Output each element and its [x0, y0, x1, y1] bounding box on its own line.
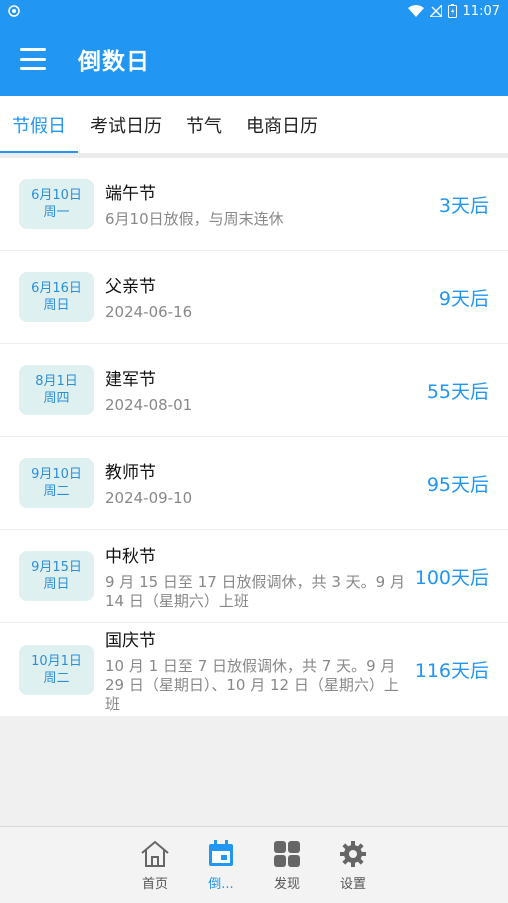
date-badge: 6月16日 周日	[19, 272, 94, 322]
holiday-desc: 9 月 15 日至 17 日放假调休，共 3 天。9 月 14 日（星期六）上班	[105, 572, 405, 610]
holiday-desc: 2024-09-10	[105, 489, 193, 507]
badge-weekday: 周日	[43, 577, 70, 592]
no-signal-icon	[429, 5, 442, 17]
holiday-name: 建军节	[105, 370, 156, 390]
tab-bar: 节假日 考试日历 节气 电商日历	[0, 96, 508, 158]
wifi-icon	[407, 5, 424, 17]
nav-discover[interactable]: 发现	[254, 827, 320, 903]
tab-ecommerce[interactable]: 电商日历	[234, 96, 330, 153]
nav-home[interactable]: 首页	[122, 827, 188, 903]
nav-countdown-label: 倒...	[208, 877, 234, 892]
calendar-icon	[209, 840, 233, 866]
home-icon	[141, 840, 169, 867]
days-remaining: 9天后	[438, 287, 489, 310]
list-item[interactable]: 6月10日 周一 端午节 6月10日放假，与周末连休 3天后	[0, 158, 508, 251]
shield-icon	[8, 5, 20, 17]
badge-date: 10月1日	[31, 653, 82, 669]
badge-weekday: 周二	[43, 484, 70, 499]
date-badge: 9月15日 周日	[19, 551, 94, 601]
nav-countdown[interactable]: 倒...	[188, 827, 254, 903]
date-badge: 10月1日 周二	[19, 644, 94, 695]
list-item[interactable]: 8月1日 周四 建军节 2024-08-01 55天后	[0, 344, 508, 437]
badge-date: 8月1日	[35, 374, 78, 389]
holiday-name: 端午节	[105, 184, 156, 204]
holiday-name: 中秋节	[105, 546, 156, 567]
holiday-desc: 2024-08-01	[105, 396, 193, 414]
holiday-name: 国庆节	[105, 630, 156, 651]
nav-settings-label: 设置	[339, 877, 366, 892]
holiday-name: 教师节	[105, 463, 156, 483]
tab-solar-terms[interactable]: 节气	[174, 96, 234, 153]
badge-weekday: 周日	[43, 298, 70, 313]
status-time: 11:07	[462, 3, 500, 19]
grid-icon	[274, 841, 300, 867]
days-remaining: 116天后	[414, 660, 489, 682]
battery-icon	[447, 4, 457, 18]
badge-date: 9月10日	[31, 467, 82, 482]
badge-date: 9月15日	[31, 560, 82, 575]
badge-weekday: 周二	[43, 670, 70, 686]
badge-date: 6月10日	[31, 188, 82, 203]
tab-exams[interactable]: 考试日历	[78, 96, 174, 153]
list-item[interactable]: 6月16日 周日 父亲节 2024-06-16 9天后	[0, 251, 508, 344]
bottom-nav: 首页 倒... 发现 设置	[0, 826, 508, 903]
tab-holidays[interactable]: 节假日	[0, 96, 78, 153]
date-badge: 8月1日 周四	[19, 365, 94, 415]
nav-home-label: 首页	[141, 877, 168, 892]
badge-date: 6月16日	[31, 281, 82, 296]
date-badge: 9月10日 周二	[19, 458, 94, 508]
days-remaining: 95天后	[426, 473, 489, 496]
days-remaining: 55天后	[426, 380, 489, 403]
gear-icon	[340, 841, 366, 867]
holiday-list: 6月10日 周一 端午节 6月10日放假，与周末连休 3天后 6月16日 周日 …	[0, 158, 508, 716]
page-title: 倒数日	[78, 49, 150, 75]
list-item[interactable]: 10月1日 周二 国庆节 10 月 1 日至 7 日放假调休，共 7 天。9 月…	[0, 623, 508, 716]
app-bar: 倒数日	[0, 22, 508, 96]
nav-discover-label: 发现	[273, 877, 300, 892]
holiday-desc: 6月10日放假，与周末连休	[105, 210, 284, 228]
holiday-name: 父亲节	[105, 277, 156, 297]
nav-settings[interactable]: 设置	[320, 827, 386, 903]
list-item[interactable]: 9月10日 周二 教师节 2024-09-10 95天后	[0, 437, 508, 530]
days-remaining: 3天后	[438, 194, 489, 217]
days-remaining: 100天后	[414, 566, 489, 589]
list-item[interactable]: 9月15日 周日 中秋节 9 月 15 日至 17 日放假调休，共 3 天。9 …	[0, 530, 508, 623]
holiday-desc: 10 月 1 日至 7 日放假调休，共 7 天。9 月 29 日（星期日）、10…	[105, 656, 399, 713]
menu-icon[interactable]	[18, 44, 48, 74]
badge-weekday: 周四	[43, 391, 70, 406]
holiday-desc: 2024-06-16	[105, 303, 193, 321]
badge-weekday: 周一	[43, 205, 70, 220]
date-badge: 6月10日 周一	[19, 179, 94, 229]
status-bar: 11:07	[0, 0, 508, 22]
